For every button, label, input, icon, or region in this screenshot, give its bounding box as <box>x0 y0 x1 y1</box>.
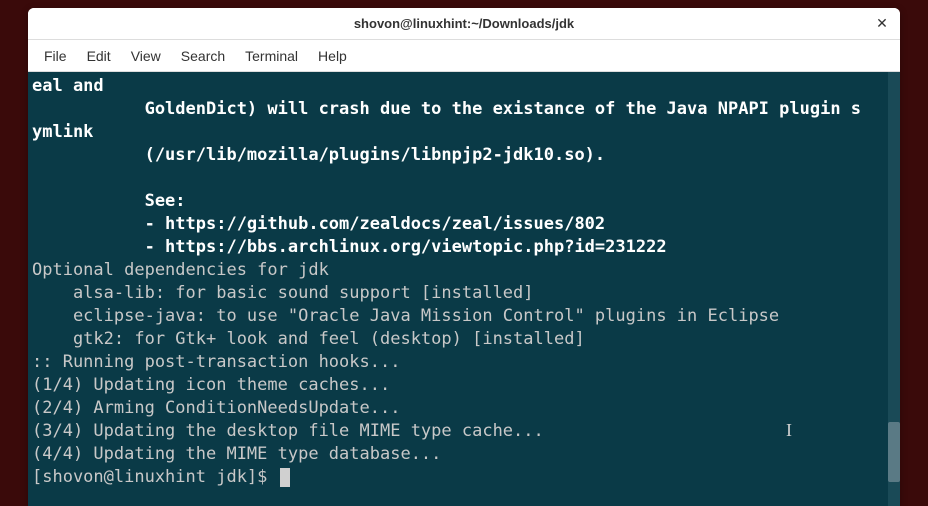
menu-search[interactable]: Search <box>171 44 235 68</box>
menubar: File Edit View Search Terminal Help <box>28 40 900 72</box>
titlebar[interactable]: shovon@linuxhint:~/Downloads/jdk ✕ <box>28 8 900 40</box>
menu-help[interactable]: Help <box>308 44 357 68</box>
output-line: eclipse-java: to use "Oracle Java Missio… <box>32 306 779 326</box>
output-line: (3/4) Updating the desktop file MIME typ… <box>32 421 544 441</box>
output-line: (1/4) Updating icon theme caches... <box>32 375 390 395</box>
output-line: eal and <box>32 76 104 96</box>
output-line: GoldenDict) will crash due to the exista… <box>32 99 861 119</box>
output-line: ymlink <box>32 122 93 142</box>
terminal-container: eal and GoldenDict) will crash due to th… <box>28 72 900 506</box>
output-line: alsa-lib: for basic sound support [insta… <box>32 283 534 303</box>
window-title: shovon@linuxhint:~/Downloads/jdk <box>354 16 574 31</box>
output-line: - https://bbs.archlinux.org/viewtopic.ph… <box>32 237 667 257</box>
output-line: (/usr/lib/mozilla/plugins/libnpjp2-jdk10… <box>32 145 605 165</box>
scrollbar[interactable] <box>888 72 900 506</box>
terminal-output[interactable]: eal and GoldenDict) will crash due to th… <box>28 72 888 506</box>
output-line: Optional dependencies for jdk <box>32 260 329 280</box>
cursor-icon <box>280 468 290 487</box>
close-icon[interactable]: ✕ <box>872 14 892 34</box>
output-line: gtk2: for Gtk+ look and feel (desktop) [… <box>32 329 585 349</box>
terminal-window: shovon@linuxhint:~/Downloads/jdk ✕ File … <box>28 8 900 506</box>
output-line: :: Running post-transaction hooks... <box>32 352 400 372</box>
output-line: (2/4) Arming ConditionNeedsUpdate... <box>32 398 400 418</box>
menu-file[interactable]: File <box>34 44 77 68</box>
menu-terminal[interactable]: Terminal <box>235 44 308 68</box>
shell-prompt: [shovon@linuxhint jdk]$ <box>32 467 278 487</box>
output-line: (4/4) Updating the MIME type database... <box>32 444 441 464</box>
output-line: See: <box>32 191 186 211</box>
output-line: - https://github.com/zealdocs/zeal/issue… <box>32 214 605 234</box>
menu-view[interactable]: View <box>121 44 171 68</box>
scrollbar-thumb[interactable] <box>888 422 900 482</box>
menu-edit[interactable]: Edit <box>77 44 121 68</box>
